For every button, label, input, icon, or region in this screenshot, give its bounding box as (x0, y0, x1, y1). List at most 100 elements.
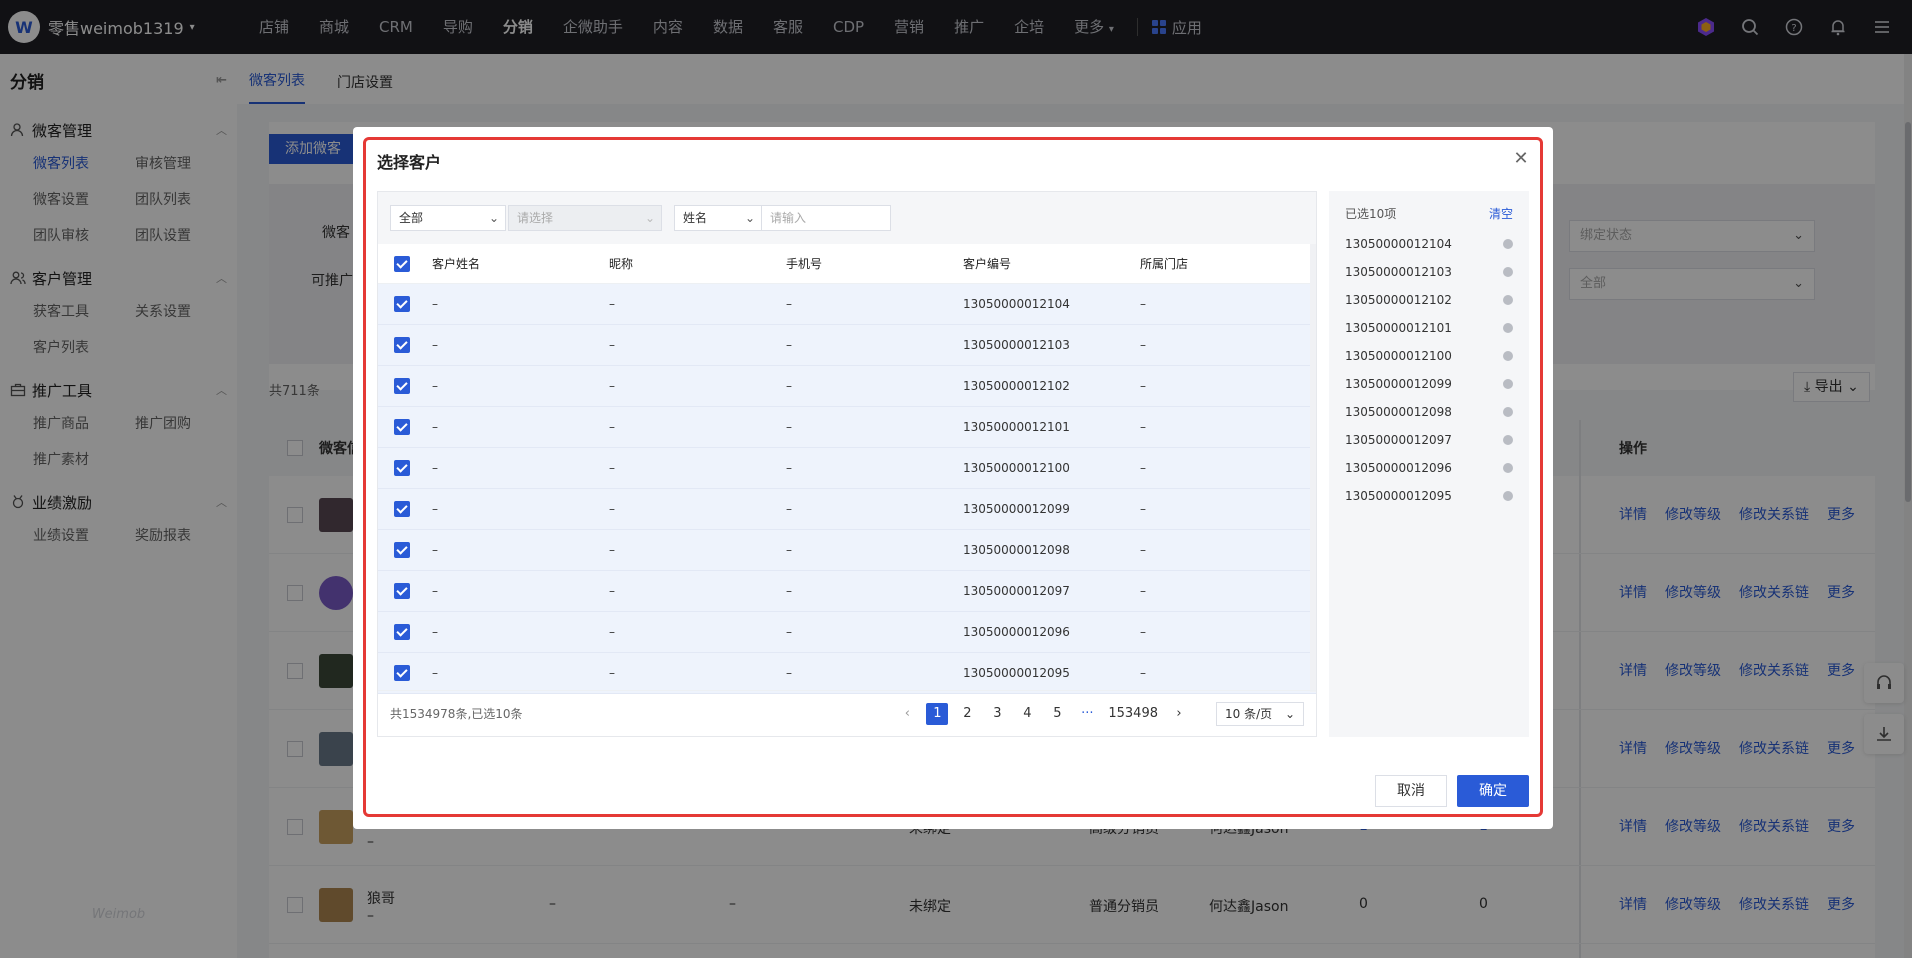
cell-nick: – (609, 297, 615, 311)
cell-store: – (1140, 420, 1146, 434)
clear-selected-link[interactable]: 清空 (1489, 205, 1513, 222)
row-checkbox[interactable] (394, 665, 410, 681)
cell-nick: – (609, 420, 615, 434)
page-button[interactable]: 4 (1016, 703, 1038, 725)
cell-store: – (1140, 502, 1146, 516)
selected-code: 13050000012097 (1345, 433, 1452, 447)
cell-code: 13050000012103 (963, 338, 1070, 352)
selected-item: 13050000012096 (1329, 454, 1529, 482)
remove-icon[interactable] (1503, 351, 1513, 361)
remove-icon[interactable] (1503, 407, 1513, 417)
cell-phone: – (786, 584, 792, 598)
table-row[interactable]: – – – 13050000012103 – (378, 325, 1316, 366)
cell-store: – (1140, 625, 1146, 639)
table-scrollbar[interactable] (1310, 244, 1316, 692)
cell-code: 13050000012101 (963, 420, 1070, 434)
input-placeholder: 请输入 (770, 211, 807, 225)
cell-nick: – (609, 625, 615, 639)
remove-icon[interactable] (1503, 379, 1513, 389)
cell-phone: – (786, 502, 792, 516)
row-checkbox[interactable] (394, 460, 410, 476)
confirm-button[interactable]: 确定 (1457, 775, 1529, 807)
table-row[interactable]: – – – 13050000012095 – (378, 653, 1316, 694)
select-all-checkbox[interactable] (394, 255, 410, 272)
selected-code: 13050000012099 (1345, 377, 1452, 391)
row-checkbox[interactable] (394, 296, 410, 312)
row-checkbox[interactable] (394, 378, 410, 394)
remove-icon[interactable] (1503, 295, 1513, 305)
cell-store: – (1140, 584, 1146, 598)
scope-select[interactable]: 全部 ⌄ (390, 205, 506, 231)
prev-page-icon[interactable]: ‹ (896, 703, 918, 725)
selected-code: 13050000012103 (1345, 265, 1452, 279)
page-size-select[interactable]: 10 条/页 ⌄ (1216, 702, 1304, 726)
cell-name: – (432, 420, 438, 434)
table-row[interactable]: – – – 13050000012100 – (378, 448, 1316, 489)
chevron-down-icon: ⌄ (1284, 707, 1295, 721)
remove-icon[interactable] (1503, 267, 1513, 277)
table-row[interactable]: – – – 13050000012096 – (378, 612, 1316, 653)
cell-code: 13050000012095 (963, 666, 1070, 680)
close-icon[interactable]: ✕ (1511, 149, 1531, 169)
remove-icon[interactable] (1503, 323, 1513, 333)
search-field-select[interactable]: 姓名 ⌄ (674, 205, 762, 231)
row-checkbox[interactable] (394, 583, 410, 599)
selected-item: 13050000012097 (1329, 426, 1529, 454)
page-button-last[interactable]: 153498 (1106, 703, 1160, 725)
table-row[interactable]: – – – 13050000012098 – (378, 530, 1316, 571)
table-row[interactable]: – – – 13050000012104 – (378, 284, 1316, 325)
selected-item: 13050000012101 (1329, 314, 1529, 342)
cell-phone: – (786, 625, 792, 639)
search-input[interactable]: 请输入 (761, 205, 891, 231)
row-checkbox[interactable] (394, 337, 410, 353)
cell-phone: – (786, 461, 792, 475)
cell-store: – (1140, 297, 1146, 311)
selected-list-panel: 已选10项 清空 13050000012104 13050000012103 1… (1329, 191, 1529, 737)
chevron-down-icon: ⌄ (644, 211, 655, 225)
cell-name: – (432, 666, 438, 680)
cell-store: – (1140, 379, 1146, 393)
page-button[interactable]: 2 (956, 703, 978, 725)
remove-icon[interactable] (1503, 491, 1513, 501)
chevron-down-icon: ⌄ (744, 211, 755, 225)
remove-icon[interactable] (1503, 239, 1513, 249)
column-header: 昵称 (609, 257, 634, 271)
cell-nick: – (609, 543, 615, 557)
cell-phone: – (786, 420, 792, 434)
table-row[interactable]: – – – 13050000012102 – (378, 366, 1316, 407)
cell-phone: – (786, 297, 792, 311)
table-row[interactable]: – – – 13050000012099 – (378, 489, 1316, 530)
cell-name: – (432, 584, 438, 598)
remove-icon[interactable] (1503, 435, 1513, 445)
page-button[interactable]: 3 (986, 703, 1008, 725)
dialog-title: 选择客户 (377, 153, 442, 172)
selected-code: 13050000012102 (1345, 293, 1452, 307)
cell-nick: – (609, 338, 615, 352)
pagination: 共1534978条,已选10条 ‹ 1 2 3 4 5 ··· 153498 ›… (378, 690, 1316, 736)
remove-icon[interactable] (1503, 463, 1513, 473)
next-page-icon[interactable]: › (1168, 703, 1190, 725)
cell-code: 13050000012100 (963, 461, 1070, 475)
select-placeholder: 请选择 (517, 211, 554, 225)
selected-code: 13050000012096 (1345, 461, 1452, 475)
cell-name: – (432, 502, 438, 516)
cell-phone: – (786, 338, 792, 352)
selected-code: 13050000012100 (1345, 349, 1452, 363)
row-checkbox[interactable] (394, 542, 410, 558)
cancel-button[interactable]: 取消 (1375, 775, 1447, 807)
page-button[interactable]: 5 (1046, 703, 1068, 725)
page-ellipsis[interactable]: ··· (1076, 703, 1098, 725)
selected-item: 13050000012098 (1329, 398, 1529, 426)
page-button-current[interactable]: 1 (926, 703, 949, 725)
cell-name: – (432, 461, 438, 475)
selected-item: 13050000012095 (1329, 482, 1529, 510)
picker-table-header: 客户姓名 昵称 手机号 客户编号 所属门店 (378, 244, 1316, 284)
table-row[interactable]: – – – 13050000012097 – (378, 571, 1316, 612)
row-checkbox[interactable] (394, 501, 410, 517)
row-checkbox[interactable] (394, 419, 410, 435)
cell-code: 13050000012096 (963, 625, 1070, 639)
cell-code: 13050000012102 (963, 379, 1070, 393)
selected-item: 13050000012100 (1329, 342, 1529, 370)
table-row[interactable]: – – – 13050000012101 – (378, 407, 1316, 448)
row-checkbox[interactable] (394, 624, 410, 640)
